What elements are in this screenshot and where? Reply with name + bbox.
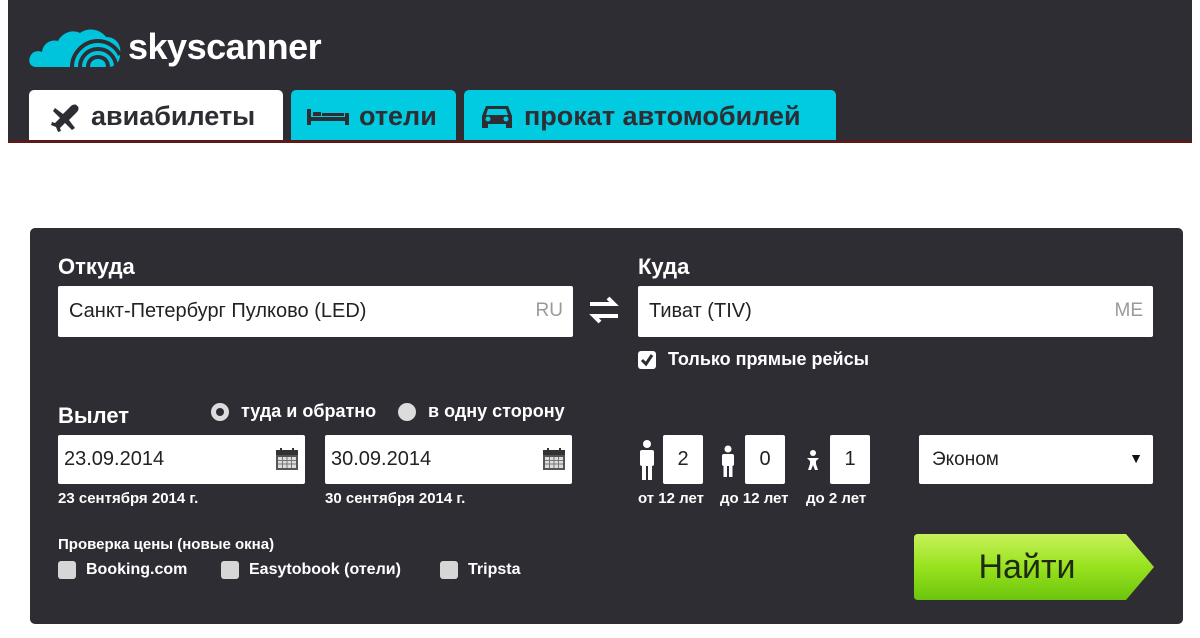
plane-icon	[51, 102, 81, 132]
depart-date-text: 23 сентября 2014 г.	[58, 490, 199, 507]
radio-one-way[interactable]: в одну сторону	[398, 401, 565, 422]
partner-booking-checkbox[interactable]: Booking.com	[58, 561, 187, 579]
calendar-icon[interactable]	[542, 447, 566, 471]
checkbox-unchecked-icon	[440, 561, 458, 579]
infants-count[interactable]: 1	[830, 435, 870, 484]
children-count[interactable]: 0	[745, 435, 785, 484]
infants-label: до 2 лет	[806, 490, 867, 507]
one-way-label: в одну сторону	[428, 401, 565, 421]
radio-round-trip[interactable]: туда и обратно	[211, 401, 376, 422]
round-trip-label: туда и обратно	[241, 401, 377, 421]
direct-only-checkbox[interactable]: Только прямые рейсы	[638, 349, 869, 370]
checkbox-unchecked-icon	[58, 561, 76, 579]
to-country-code: ME	[1114, 300, 1144, 321]
checkbox-unchecked-icon	[221, 561, 239, 579]
to-input[interactable]: Тиват (TIV) ME	[638, 286, 1153, 337]
car-icon	[480, 102, 514, 132]
partner-tripsta-label: Tripsta	[468, 561, 521, 578]
tab-hotels-label: отели	[359, 101, 437, 131]
calendar-icon[interactable]	[275, 447, 299, 471]
adults-count[interactable]: 2	[663, 435, 703, 484]
from-country-code: RU	[535, 300, 563, 321]
tab-flights[interactable]: авиабилеты	[29, 90, 283, 143]
brand-name: skyscanner	[128, 26, 322, 67]
to-label: Куда	[638, 254, 690, 279]
bed-icon	[307, 107, 349, 127]
skyscanner-logo[interactable]: skyscanner	[28, 12, 322, 74]
dropdown-arrow-icon: ▼	[1129, 450, 1143, 466]
tab-flights-label: авиабилеты	[91, 101, 256, 131]
depart-date-input[interactable]: 23.09.2014	[58, 435, 305, 484]
partner-easytobook-checkbox[interactable]: Easytobook (отели)	[221, 561, 401, 579]
adults-label: от 12 лет	[638, 490, 704, 507]
tab-car-rental-label: прокат автомобилей	[524, 101, 801, 131]
depart-date-value: 23.09.2014	[64, 448, 165, 470]
partner-tripsta-checkbox[interactable]: Tripsta	[440, 561, 520, 579]
depart-label: Вылет	[58, 403, 130, 428]
site-header: skyscanner авиабилеты отели прокат автом…	[8, 0, 1192, 143]
search-button[interactable]: Найти	[914, 534, 1140, 600]
direct-only-label: Только прямые рейсы	[668, 349, 869, 369]
radio-unselected-icon	[398, 402, 416, 421]
return-date-value: 30.09.2014	[331, 448, 432, 470]
to-value: Тиват (TIV)	[649, 300, 752, 322]
return-date-text: 30 сентября 2014 г.	[325, 490, 466, 507]
from-label: Откуда	[58, 254, 135, 279]
cabin-class-value: Эконом	[932, 448, 999, 470]
cloud-logo-icon	[29, 29, 122, 68]
from-value: Санкт-Петербург Пулково (LED)	[69, 300, 367, 322]
swap-icon[interactable]	[586, 292, 622, 328]
from-input[interactable]: Санкт-Петербург Пулково (LED) RU	[58, 286, 573, 337]
child-icon	[722, 445, 734, 477]
infant-icon	[807, 450, 819, 470]
children-label: до 12 лет	[720, 490, 789, 507]
flight-search-panel: Откуда Санкт-Петербург Пулково (LED) RU …	[30, 228, 1183, 624]
price-check-title: Проверка цены (новые окна)	[58, 536, 275, 553]
return-date-input[interactable]: 30.09.2014	[325, 435, 572, 484]
adult-icon	[640, 440, 654, 480]
radio-selected-icon	[211, 402, 229, 421]
header-divider	[8, 140, 1192, 143]
partner-easytobook-label: Easytobook (отели)	[249, 561, 401, 578]
cabin-class-select[interactable]: Эконом ▼	[919, 435, 1153, 484]
tab-hotels[interactable]: отели	[291, 90, 456, 143]
partner-booking-label: Booking.com	[86, 561, 188, 578]
checkbox-checked-icon	[638, 350, 656, 369]
tab-car-rental[interactable]: прокат автомобилей	[464, 90, 836, 143]
